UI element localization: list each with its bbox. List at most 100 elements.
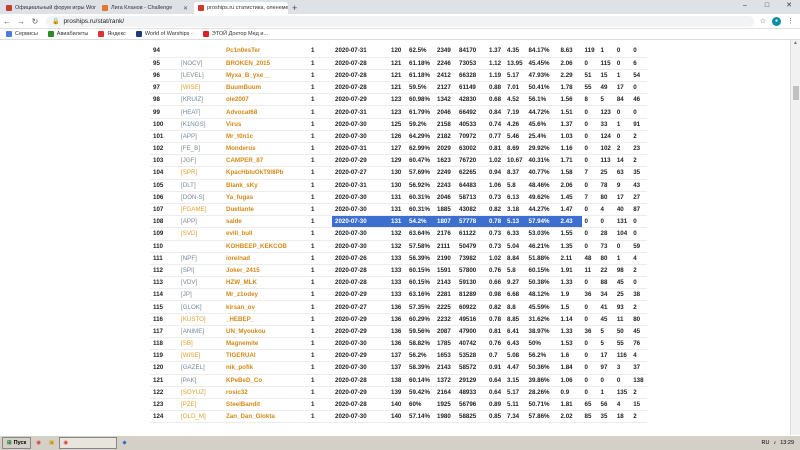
cell-nick[interactable]: Myxa_B_yxe__ — [223, 69, 308, 83]
cell-clan[interactable]: [NOCV] — [178, 57, 223, 70]
star-icon[interactable]: ☆ — [760, 17, 766, 25]
cell-nick[interactable]: Ya_fugas — [223, 191, 308, 204]
cell-nick[interactable]: ole2007 — [223, 93, 308, 107]
bookmark-1[interactable]: Авиабилеты — [47, 31, 88, 37]
cell-clan[interactable]: [GLOK] — [178, 300, 223, 314]
scrollbar[interactable]: ▲ — [790, 40, 800, 435]
cell-k: 1.9 — [557, 288, 582, 302]
cell-clan[interactable]: [JGF] — [178, 154, 223, 168]
address-bar[interactable]: 🔒 proships.ru/stat/rank/ — [46, 15, 754, 27]
bookmark-4[interactable]: ЭТОЙ Доктор Мед и... — [202, 31, 268, 37]
close-tab-icon[interactable]: ✕ — [183, 5, 188, 12]
scroll-up-icon[interactable]: ▲ — [791, 40, 800, 48]
cell-clan[interactable]: [WISE] — [178, 349, 223, 363]
cell-clan[interactable]: [ANIME] — [178, 325, 223, 339]
cell-nick[interactable]: Blank_sKy — [223, 179, 308, 192]
cell-clan[interactable]: [VDV] — [178, 276, 223, 290]
maximize-button[interactable]: □ — [756, 0, 778, 12]
cell-nick[interactable]: Virus — [223, 118, 308, 131]
cell-nick[interactable]: Pc1n0esTer — [223, 45, 308, 58]
cell-nick[interactable]: Duellante — [223, 203, 308, 217]
volume-icon[interactable]: ♪ — [773, 440, 776, 446]
table-row: 115 [GLOK] kirsan_ov 1 2020-07-27 136 57.35% 22… — [150, 300, 647, 314]
cell-clan[interactable]: [DLT] — [178, 179, 223, 192]
cell-clan[interactable]: [GAZEL] — [178, 361, 223, 375]
tab-1[interactable]: Лига Кланов - Challenge ✕ — [98, 2, 192, 14]
cell-nick[interactable]: TIGERUAI — [223, 349, 308, 363]
start-button[interactable]: ⊞ Пуск — [2, 437, 32, 449]
cell-nick[interactable]: salde — [223, 215, 308, 229]
taskbar-app-icon[interactable]: ◆ — [119, 437, 129, 449]
avatar[interactable]: ● — [772, 16, 781, 26]
cell-nick[interactable]: _HEBEP_ — [223, 313, 308, 326]
bookmark-3[interactable]: World of Warships - — [135, 31, 193, 37]
cell-clan[interactable]: [KUSTO] — [178, 313, 223, 326]
cell-clan[interactable]: [NPF] — [178, 252, 223, 265]
cell-clan[interactable] — [178, 45, 223, 58]
cell-clan[interactable]: [FE_B] — [178, 142, 223, 156]
cell-nick[interactable]: Advocat68 — [223, 105, 308, 119]
cell-nick[interactable]: BuumBuum — [223, 81, 308, 95]
cell-clan[interactable]: [SPI] — [178, 264, 223, 278]
bookmark-0[interactable]: Сервисы — [6, 31, 38, 37]
close-window-button[interactable]: ✕ — [778, 0, 800, 12]
cell-clan[interactable]: [WISE] — [178, 81, 223, 95]
cell-date: 2020-07-30 — [332, 337, 388, 351]
forward-icon[interactable]: → — [14, 17, 28, 26]
language-icon[interactable]: RU — [762, 440, 770, 446]
cell-dmg: 29129 — [456, 374, 486, 387]
back-icon[interactable]: ← — [0, 17, 14, 26]
cell-clan[interactable] — [178, 240, 223, 253]
scroll-thumb[interactable] — [793, 86, 799, 100]
cell-clan[interactable]: [KRUIZ] — [178, 93, 223, 107]
cell-nick[interactable]: iorelnad — [223, 252, 308, 265]
cell-clan[interactable]: [JP] — [178, 288, 223, 302]
cell-nick[interactable]: Mr_z1odey — [223, 288, 308, 302]
cell-nick[interactable]: BROKEN_2015 — [223, 57, 308, 70]
cell-nick[interactable]: Monderus — [223, 142, 308, 156]
cell-clan[interactable]: [PAK] — [178, 374, 223, 387]
cell-nick[interactable]: SteelBandit — [223, 398, 308, 412]
cell-nick[interactable]: KPeBeD_Co — [223, 374, 308, 387]
cell-clan[interactable]: [K1NGS] — [178, 118, 223, 131]
cell-c: 131 — [388, 215, 406, 229]
cell-nick[interactable]: KOHBEEP_KEKCOB — [223, 240, 308, 253]
cell-nick[interactable]: nik_pofik — [223, 361, 308, 375]
cell-clan[interactable]: [SB] — [178, 337, 223, 351]
cell-nick[interactable]: HZW_MLK — [223, 276, 308, 290]
clock[interactable]: 13:29 — [780, 440, 794, 446]
cell-nick[interactable]: KpacHbIuOkT9l8Pb — [223, 166, 308, 180]
bookmark-2[interactable]: Яндекс — [98, 31, 126, 37]
cell-clan[interactable]: [SOYUZ] — [178, 386, 223, 399]
cell-clan[interactable]: [LEVEL] — [178, 69, 223, 83]
explorer-quicklaunch-icon[interactable]: ▣ — [46, 437, 57, 449]
menu-icon[interactable]: ⋮ — [787, 17, 794, 25]
cell-a: 0 — [581, 374, 598, 387]
cell-clan[interactable]: [APP] — [178, 215, 223, 229]
reload-icon[interactable]: ↻ — [28, 17, 42, 26]
cell-nick[interactable]: CAMPER_87 — [223, 154, 308, 168]
cell-nick[interactable]: Joker_2415 — [223, 264, 308, 278]
tab-2[interactable]: proships.ru статистика, оленемер,✕ — [194, 2, 288, 14]
cell-nick[interactable]: UN_Myoukou — [223, 325, 308, 339]
cell-clan[interactable]: [SVD] — [178, 227, 223, 241]
cell-clan[interactable]: [FGAME] — [178, 203, 223, 217]
new-tab-button[interactable]: + — [292, 2, 297, 14]
cell-d: 45 — [630, 325, 647, 339]
cell-clan[interactable]: [DON-S] — [178, 191, 223, 204]
cell-nick[interactable]: rosic32 — [223, 386, 308, 399]
cell-nick[interactable]: kirsan_ov — [223, 300, 308, 314]
minimize-button[interactable]: – — [734, 0, 756, 12]
tab-0[interactable]: Официальный форум игры World✕ — [2, 2, 96, 14]
chrome-quicklaunch-icon[interactable]: ◉ — [33, 437, 44, 449]
cell-nick[interactable]: evill_bull — [223, 227, 308, 241]
cell-nick[interactable]: Mr_t0n1c — [223, 130, 308, 144]
cell-nick[interactable]: Zan_Dan_Glokta — [223, 410, 308, 424]
cell-clan[interactable]: [APP] — [178, 130, 223, 144]
cell-clan[interactable]: [OLD_M] — [178, 410, 223, 424]
cell-clan[interactable]: [SPR] — [178, 166, 223, 180]
cell-clan[interactable]: [PZE] — [178, 398, 223, 412]
taskbar-chrome-window[interactable]: ◉ — [59, 437, 118, 449]
cell-clan[interactable]: [HEAT] — [178, 105, 223, 119]
cell-nick[interactable]: Magnemite — [223, 337, 308, 351]
